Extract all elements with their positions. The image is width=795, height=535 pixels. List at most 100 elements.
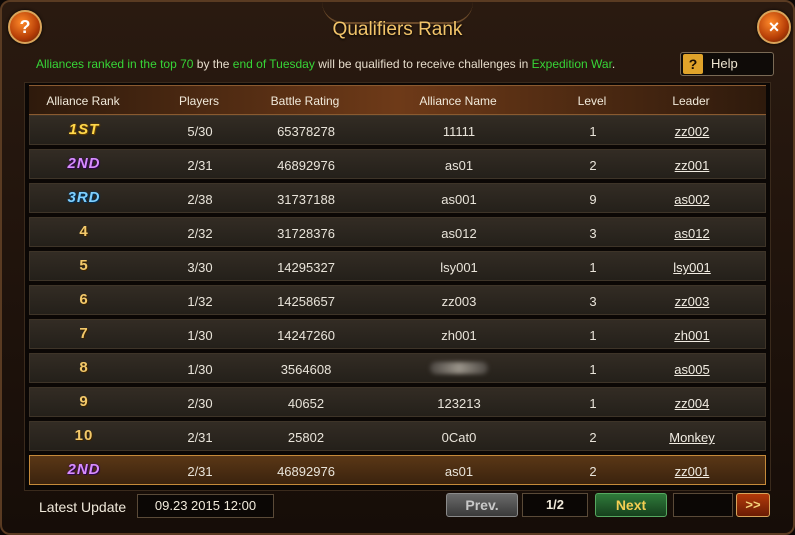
battle-rating-cell: 31737188 [277, 192, 335, 207]
alliance-name-cell: as01 [444, 464, 474, 479]
info-expedition-war: Expedition War [531, 57, 612, 71]
level-cell: 1 [589, 328, 597, 343]
players-cell: 2/30 [187, 396, 213, 411]
rank-badge: 2ND [67, 155, 101, 172]
leader-link[interactable]: lsy001 [673, 260, 711, 275]
battle-rating-cell: 46892976 [277, 158, 335, 173]
battle-rating-cell: 46892976 [277, 464, 335, 479]
alliance-name-cell: lsy001 [440, 260, 478, 275]
leader-link[interactable]: Monkey [669, 430, 715, 445]
latest-update-timestamp: 09.23 2015 12:00 [137, 494, 274, 518]
rank-badge: 8 [79, 359, 89, 376]
table-row: 2ND 2/31 46892976 as01 2 zz001 [29, 149, 766, 179]
next-page-button[interactable]: Next [595, 493, 667, 517]
table-header: Alliance Rank Players Battle Rating Alli… [29, 85, 766, 115]
players-cell: 1/30 [187, 362, 213, 377]
battle-rating-cell: 14295327 [277, 260, 335, 275]
info-end-of-tuesday: end of Tuesday [232, 57, 315, 71]
leader-link[interactable]: zz004 [675, 396, 710, 411]
players-cell: 2/31 [187, 430, 213, 445]
leader-link[interactable]: as012 [674, 226, 709, 241]
players-cell: 2/32 [187, 226, 213, 241]
qualifiers-rank-window: Qualifiers Rank ? × Alliances ranked in … [0, 0, 795, 535]
alliance-name-cell: 11111 [442, 124, 476, 139]
level-cell: 3 [589, 226, 597, 241]
info-period: . [611, 57, 616, 71]
level-cell: 2 [589, 464, 597, 479]
battle-rating-cell: 65378278 [277, 124, 335, 139]
table-row: 5 3/30 14295327 lsy001 1 lsy001 [29, 251, 766, 281]
leader-link[interactable]: zz001 [675, 158, 710, 173]
level-cell: 1 [589, 260, 597, 275]
rank-badge: 5 [79, 257, 89, 274]
battle-rating-cell: 3564608 [280, 362, 332, 377]
help-button[interactable]: ? Help [680, 52, 774, 76]
prev-page-button[interactable]: Prev. [446, 493, 518, 517]
rank-badge: 4 [79, 223, 89, 240]
battle-rating-cell: 40652 [287, 396, 325, 411]
alliance-name-cell: 123213 [437, 396, 481, 411]
my-alliance-row: 2ND 2/31 46892976 as01 2 zz001 [29, 455, 766, 485]
level-cell: 1 [589, 396, 597, 411]
info-by-the: by the [193, 57, 233, 71]
players-cell: 2/31 [187, 158, 213, 173]
info-top70: Alliances ranked in the top 70 [36, 57, 194, 71]
level-cell: 1 [589, 124, 597, 139]
table-row: 1ST 5/30 65378278 11111 1 zz002 [29, 115, 766, 145]
last-page-button[interactable]: >> [736, 493, 770, 517]
qualification-info: Alliances ranked in the top 70 by the en… [36, 57, 615, 71]
battle-rating-cell: 25802 [287, 430, 325, 445]
level-cell: 9 [589, 192, 597, 207]
table-row: 3RD 2/38 31737188 as001 9 as002 [29, 183, 766, 213]
leader-link[interactable]: zz002 [675, 124, 710, 139]
help-label: Help [711, 56, 738, 71]
players-cell: 3/30 [187, 260, 213, 275]
col-players: Players [178, 94, 220, 108]
alliance-name-cell: as01 [444, 158, 474, 173]
title-bar: Qualifiers Rank [42, 2, 753, 46]
rank-badge: 7 [79, 325, 89, 342]
page-indicator: 1/2 [522, 493, 588, 517]
alliance-name-cell: 0Cat0 [441, 430, 477, 445]
rank-badge: 3RD [67, 189, 101, 206]
table-row: 4 2/32 31728376 as012 3 as012 [29, 217, 766, 247]
level-cell: 1 [589, 362, 597, 377]
col-alliance-rank: Alliance Rank [46, 94, 120, 108]
alliance-name-cell: as012 [441, 226, 477, 241]
window-title: Qualifiers Rank [332, 19, 463, 40]
table-row: 10 2/31 25802 0Cat0 2 Monkey [29, 421, 766, 451]
rank-badge: 6 [79, 291, 89, 308]
level-cell: 3 [589, 294, 597, 309]
alliance-name-cell: zh001 [441, 328, 477, 343]
players-cell: 1/30 [187, 328, 213, 343]
leader-link[interactable]: as005 [674, 362, 709, 377]
rank-badge: 9 [79, 393, 89, 410]
alliance-name-cell: as001 [441, 192, 477, 207]
leader-link[interactable]: zh001 [674, 328, 709, 343]
page-jump-input[interactable] [673, 493, 733, 517]
blurred-name [430, 362, 488, 374]
level-cell: 2 [589, 430, 597, 445]
table-row: 7 1/30 14247260 zh001 1 zh001 [29, 319, 766, 349]
rank-table: Alliance Rank Players Battle Rating Alli… [24, 82, 771, 491]
level-cell: 2 [589, 158, 597, 173]
latest-update-label: Latest Update [39, 499, 127, 515]
help-circle-icon[interactable]: ? [8, 10, 42, 44]
table-row: 8 1/30 3564608 1 as005 [29, 353, 766, 383]
battle-rating-cell: 14258657 [277, 294, 335, 309]
rank-badge: 10 [74, 427, 94, 444]
leader-link[interactable]: zz003 [675, 294, 710, 309]
battle-rating-cell: 31728376 [277, 226, 335, 241]
players-cell: 5/30 [187, 124, 213, 139]
leader-link[interactable]: as002 [674, 192, 709, 207]
players-cell: 1/32 [187, 294, 213, 309]
col-battle-rating: Battle Rating [270, 94, 340, 108]
alliance-name-cell: zz003 [441, 294, 477, 309]
col-level: Level [577, 94, 607, 108]
col-leader: Leader [672, 94, 710, 108]
leader-link[interactable]: zz001 [675, 464, 710, 479]
battle-rating-cell: 14247260 [277, 328, 335, 343]
players-cell: 2/38 [187, 192, 213, 207]
table-row: 6 1/32 14258657 zz003 3 zz003 [29, 285, 766, 315]
close-icon[interactable]: × [757, 10, 791, 44]
